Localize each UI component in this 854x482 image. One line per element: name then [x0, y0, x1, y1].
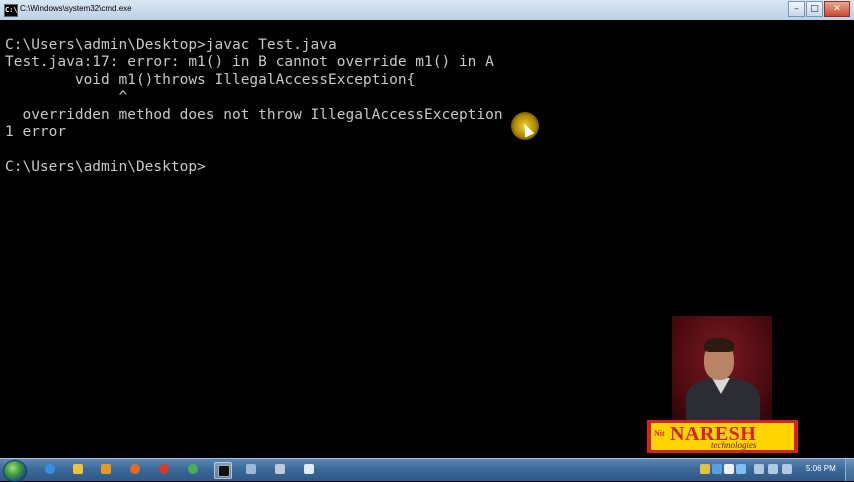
console-line: ^ — [5, 89, 128, 105]
maximize-button[interactable]: □ — [806, 1, 823, 17]
window-titlebar[interactable]: C:\ C:\Windows\system32\cmd.exe – □ ✕ — [0, 0, 854, 21]
taskbar: 5:06 PM — [0, 458, 854, 482]
network-icon[interactable] — [700, 464, 710, 474]
close-button[interactable]: ✕ — [824, 1, 850, 17]
app-icon[interactable] — [243, 462, 259, 477]
console-line: void m1()throws IllegalAccessException{ — [5, 72, 416, 88]
chrome-icon[interactable] — [185, 462, 201, 477]
app-tray-icon[interactable] — [754, 464, 764, 474]
show-desktop-button[interactable] — [845, 459, 854, 481]
window-controls: – □ ✕ — [787, 1, 850, 17]
volume-icon[interactable] — [712, 464, 722, 474]
presenter-hair — [704, 338, 734, 352]
taskbar-clock[interactable]: 5:06 PM — [806, 464, 836, 473]
notepad-icon[interactable] — [301, 462, 317, 477]
logo-subtitle: technologies — [711, 440, 757, 450]
cmd-taskbar-button[interactable] — [214, 462, 232, 479]
app-icon[interactable] — [272, 462, 288, 477]
media-player-icon[interactable] — [98, 462, 114, 477]
ie-icon[interactable] — [42, 462, 58, 477]
firefox-icon[interactable] — [127, 462, 143, 477]
console-line: 1 error — [5, 124, 67, 140]
console-line: C:\Users\admin\Desktop> — [5, 159, 206, 175]
app-tray-icon[interactable] — [768, 464, 778, 474]
console-line: Test.java:17: error: m1() in B cannot ov… — [5, 54, 494, 70]
console-line: overridden method does not throw Illegal… — [5, 107, 503, 123]
window-title: C:\Windows\system32\cmd.exe — [20, 4, 132, 13]
presenter-video — [672, 316, 772, 420]
explorer-icon[interactable] — [70, 462, 86, 477]
flag-icon[interactable] — [724, 464, 734, 474]
logo-prefix: Nit — [654, 429, 665, 438]
chrome-icon[interactable] — [156, 462, 172, 477]
minimize-button[interactable]: – — [788, 1, 805, 17]
app-tray-icon[interactable] — [782, 464, 792, 474]
console-line: C:\Users\admin\Desktop>javac Test.java — [5, 37, 337, 53]
start-orb-icon[interactable] — [3, 460, 27, 482]
signal-icon[interactable] — [736, 464, 746, 474]
logo-panel: Nit NARESH technologies — [651, 423, 794, 450]
cmd-icon: C:\ — [4, 4, 18, 17]
naresh-logo: Nit NARESH technologies — [647, 420, 798, 453]
